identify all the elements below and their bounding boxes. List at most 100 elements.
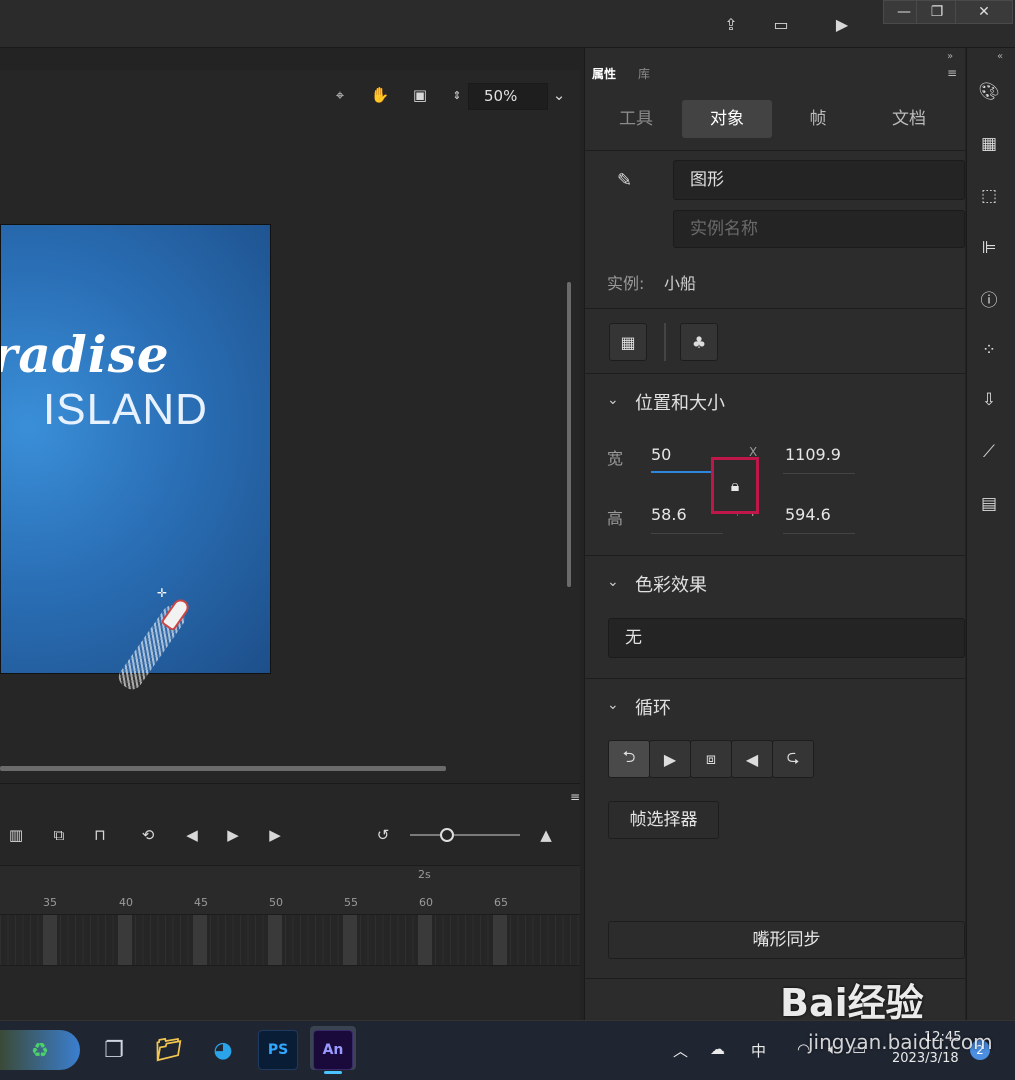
step-back-icon[interactable]: ◀︎	[180, 824, 204, 846]
section-color-effect[interactable]: 色彩效果	[635, 571, 707, 597]
chevron-down-icon[interactable]: ⌄	[607, 392, 619, 408]
play-once-icon[interactable]: ▶	[649, 740, 691, 778]
restore-button[interactable]: ❐	[916, 0, 958, 24]
subtab-object[interactable]: 对象	[682, 100, 772, 138]
motion-editor-icon[interactable]: ⟋	[977, 440, 1001, 464]
onion-skin-icon[interactable]: ▥	[4, 824, 28, 846]
instance-label: 实例:	[607, 274, 645, 293]
section-loop[interactable]: 循环	[635, 694, 671, 720]
frame-picker-button[interactable]: 帧选择器	[608, 801, 719, 839]
chevron-down-icon[interactable]: ⌄	[607, 697, 619, 713]
x-input[interactable]: 1109.9	[785, 445, 841, 464]
vertical-scrollbar[interactable]	[567, 282, 571, 587]
browser-icon[interactable]: ◕	[203, 1030, 243, 1070]
width-input[interactable]: 50	[651, 445, 671, 464]
play-icon[interactable]: ▶	[221, 824, 245, 846]
width-label: 宽	[607, 449, 624, 468]
play-reverse-once-icon[interactable]: ◀	[731, 740, 773, 778]
instance-name-input[interactable]: 实例名称	[673, 210, 965, 248]
frame-tick: 55	[344, 896, 358, 909]
lip-sync-button[interactable]: 嘴形同步	[608, 921, 965, 959]
chevron-down-icon[interactable]: ⌄	[607, 574, 619, 590]
divider	[584, 678, 965, 679]
tab-properties[interactable]: 属性	[592, 65, 616, 82]
divider	[584, 555, 965, 556]
edit-symbol-icon[interactable]: ♣	[680, 323, 718, 361]
zoom-stepper-icon[interactable]: ⇕	[446, 84, 468, 106]
loop-reverse-icon[interactable]: ⮎	[772, 740, 814, 778]
timeline-ruler[interactable]	[0, 865, 580, 915]
lock-icon[interactable]: 🔒︎	[711, 457, 759, 514]
baidu-watermark: Bai经验	[780, 981, 924, 1025]
section-position-size[interactable]: 位置和大小	[635, 389, 725, 415]
assets-icon[interactable]: ▤	[977, 492, 1001, 516]
frame-marker	[268, 915, 282, 965]
frame-tick: 65	[494, 896, 508, 909]
task-view-icon[interactable]: ❐	[94, 1030, 134, 1070]
tray-expand-icon[interactable]: ︿	[673, 1040, 688, 1061]
baidu-watermark-url: jingyan.baidu.com	[808, 1030, 993, 1054]
timeline-zoom-slider[interactable]	[410, 834, 520, 836]
horizontal-scrollbar[interactable]	[0, 766, 446, 771]
share-icon[interactable]: ⇪	[719, 12, 743, 36]
frame-tick: 35	[43, 896, 57, 909]
loop-icon[interactable]: ⟲	[136, 824, 160, 846]
file-explorer-icon[interactable]: 📁︎	[149, 1030, 189, 1070]
chevron-down-icon[interactable]: ⌄	[548, 84, 570, 106]
hand-rotate-icon[interactable]: ✋	[369, 84, 391, 106]
active-app-indicator	[324, 1071, 342, 1074]
recycle-bin-icon[interactable]: ♻	[0, 1030, 80, 1070]
ime-indicator[interactable]: 中	[751, 1040, 766, 1061]
align-icon[interactable]: ⊫	[977, 236, 1001, 260]
motion-presets-icon[interactable]: ⁘	[977, 338, 1001, 362]
color-palette-icon[interactable]: 🎨︎	[977, 80, 1001, 104]
artboard[interactable]: radise ISLAND	[0, 224, 271, 674]
cloud-icon[interactable]: ☁	[710, 1040, 725, 1058]
play-test-icon[interactable]: ▶	[830, 12, 854, 36]
subtab-frame[interactable]: 帧	[773, 100, 863, 138]
height-input[interactable]: 58.6	[651, 505, 687, 524]
swap-symbol-icon[interactable]: ▦	[609, 323, 647, 361]
subtab-document[interactable]: 文档	[864, 100, 954, 138]
center-stage-icon[interactable]: ⌖	[329, 84, 351, 106]
single-frame-icon[interactable]: ⧈	[690, 740, 732, 778]
mountain-zoom-icon[interactable]: ▲	[534, 824, 558, 846]
crosshair-icon: ✛	[157, 586, 168, 600]
color-effect-select[interactable]: 无	[608, 618, 965, 658]
artboard-title: radise	[0, 325, 170, 384]
frame-tick: 45	[194, 896, 208, 909]
animate-icon[interactable]: An	[313, 1030, 353, 1070]
photoshop-icon[interactable]: PS	[258, 1030, 298, 1070]
close-button[interactable]: ✕	[955, 0, 1013, 24]
collapse-panel-icon[interactable]: »	[947, 51, 953, 62]
swatches-icon[interactable]: ▦	[977, 132, 1001, 156]
height-label: 高	[607, 509, 624, 528]
components-icon[interactable]: ⇩	[977, 388, 1001, 412]
loop-icon[interactable]: ⮌	[608, 740, 650, 778]
clip-content-icon[interactable]: ▣	[409, 84, 431, 106]
panel-menu-icon[interactable]: ≡	[947, 66, 957, 80]
insert-frame-icon[interactable]: ⊓	[88, 824, 112, 846]
info-icon[interactable]: ⓘ	[977, 286, 1001, 311]
instance-value[interactable]: 小船	[664, 270, 696, 294]
transform-icon[interactable]: ⬚	[977, 184, 1001, 208]
tab-library[interactable]: 库	[638, 65, 650, 82]
step-forward-icon[interactable]: ▶︎	[263, 824, 287, 846]
timeline-zoom-handle[interactable]	[440, 828, 454, 842]
x-input-underline	[783, 473, 855, 474]
frame-tick: 50	[269, 896, 283, 909]
expand-dock-icon[interactable]: «	[997, 51, 1003, 62]
zoom-input[interactable]: 50%	[468, 83, 548, 110]
symbol-type-select[interactable]: 图形	[673, 160, 965, 200]
edit-multiple-frames-icon[interactable]: ⧉	[47, 824, 71, 846]
divider	[584, 308, 965, 309]
divider	[584, 150, 965, 151]
undo-icon[interactable]: ↺	[371, 824, 395, 846]
panel-layout-icon[interactable]: ▭	[769, 12, 793, 36]
subtab-tool[interactable]: 工具	[591, 100, 681, 138]
y-input-underline	[783, 533, 855, 534]
frame-marker	[418, 915, 432, 965]
y-input[interactable]: 594.6	[785, 505, 831, 524]
divider	[584, 373, 965, 374]
timeline-footer	[0, 965, 580, 1020]
